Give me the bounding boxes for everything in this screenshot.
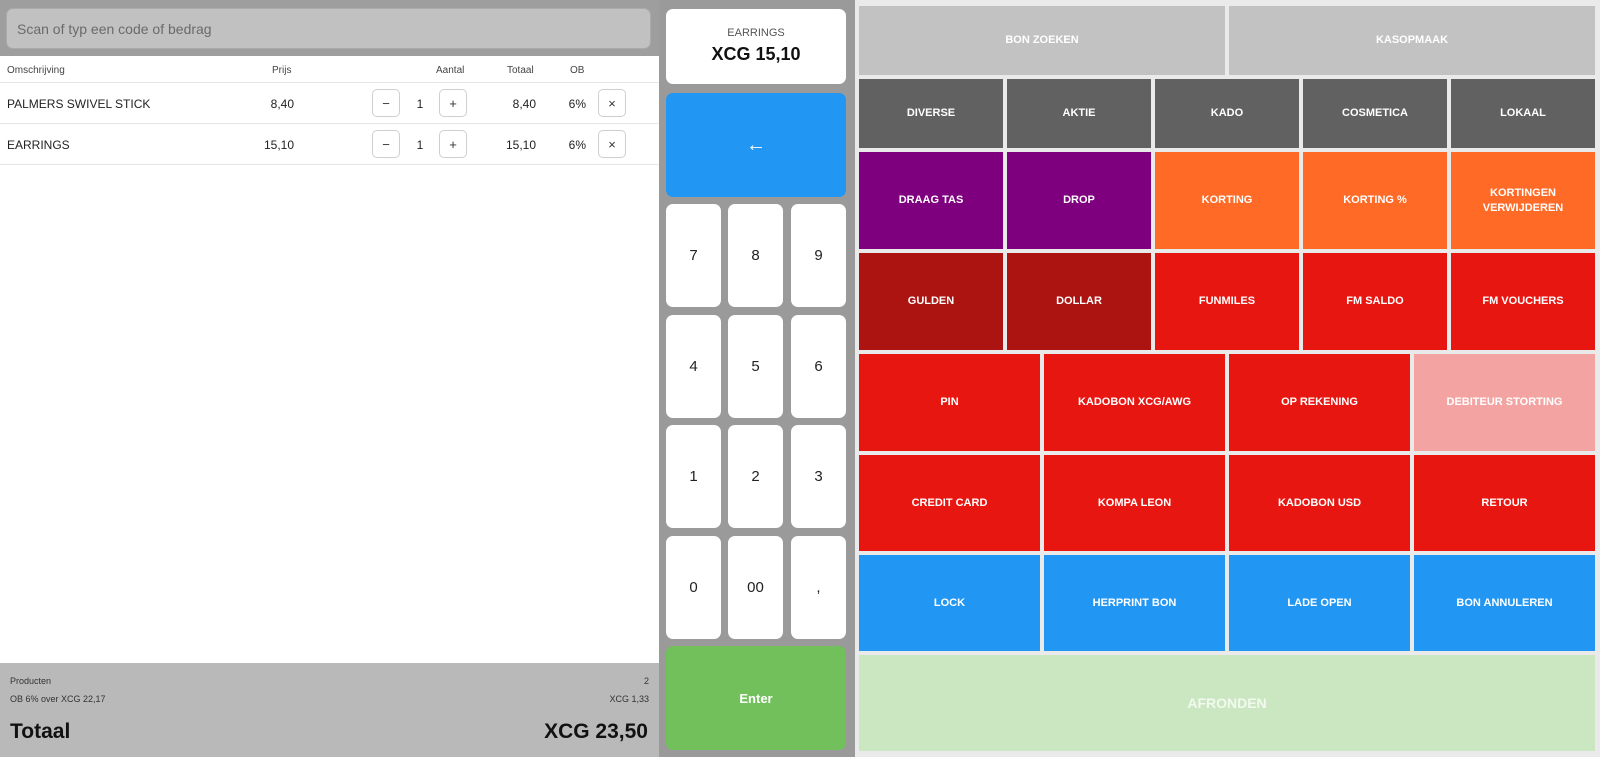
key-5[interactable]: 5 [728,315,783,418]
key-7[interactable]: 7 [666,204,721,307]
keypad-panel: EARRINGS XCG 15,10 ← 7 8 9 4 5 6 1 2 3 0… [659,0,855,757]
item-vat: 6% [568,97,586,111]
cosmetica-button[interactable]: COSMETICA [1303,79,1447,148]
table-row[interactable]: EARRINGS 15,10 − 1 + 15,10 6% × [0,124,659,165]
bon-annuleren-button[interactable]: BON ANNULEREN [1414,555,1595,651]
drop-button[interactable]: DROP [1007,152,1151,249]
item-qty: 1 [416,138,424,152]
dollar-button[interactable]: DOLLAR [1007,253,1151,350]
key-2[interactable]: 2 [728,425,783,528]
function-panel: BON ZOEKEN KASOPMAAK DIVERSE AKTIE KADO … [855,0,1600,757]
pin-button[interactable]: PIN [859,354,1040,451]
display-value: XCG 15,10 [711,44,801,64]
key-8[interactable]: 8 [728,204,783,307]
increase-qty-button[interactable]: + [439,130,467,158]
key-comma[interactable]: , [791,536,846,639]
kado-button[interactable]: KADO [1155,79,1299,148]
column-total: Totaal [507,65,534,76]
kadobon-usd-button[interactable]: KADOBON USD [1229,455,1410,551]
item-qty: 1 [416,97,424,111]
item-total: 8,40 [512,97,536,111]
op-rekening-button[interactable]: OP REKENING [1229,354,1410,451]
key-3[interactable]: 3 [791,425,846,528]
gulden-button[interactable]: GULDEN [859,253,1003,350]
column-vat: OB [570,65,585,76]
kompa-leon-button[interactable]: KOMPA LEON [1044,455,1225,551]
herprint-bon-button[interactable]: HERPRINT BON [1044,555,1225,651]
products-label: Producten [10,676,52,686]
key-1[interactable]: 1 [666,425,721,528]
item-price: 15,10 [263,138,294,152]
vat-label: OB 6% over XCG 22,17 [10,694,106,704]
fm-saldo-button[interactable]: FM SALDO [1303,253,1447,350]
item-total: 15,10 [505,138,536,152]
column-description: Omschrijving [7,65,65,76]
debiteur-storting-button[interactable]: DEBITEUR STORTING [1414,354,1595,451]
bon-zoeken-button[interactable]: BON ZOEKEN [859,6,1225,75]
kadobon-xcg-awg-button[interactable]: KADOBON XCG/AWG [1044,354,1225,451]
remove-item-button[interactable]: × [598,89,626,117]
draag-tas-button[interactable]: DRAAG TAS [859,152,1003,249]
lokaal-button[interactable]: LOKAAL [1451,79,1595,148]
receipt-panel: Omschrijving Prijs Aantal Totaal OB PALM… [0,0,659,757]
fm-vouchers-button[interactable]: FM VOUCHERS [1451,253,1595,350]
vat-amount: XCG 1,33 [609,694,649,704]
backspace-button[interactable]: ← [666,93,846,197]
kasopmaak-button[interactable]: KASOPMAAK [1229,6,1595,75]
item-description: EARRINGS [7,138,70,152]
retour-button[interactable]: RETOUR [1414,455,1595,551]
key-6[interactable]: 6 [791,315,846,418]
search-input[interactable] [6,8,651,49]
lade-open-button[interactable]: LADE OPEN [1229,555,1410,651]
total-value: XCG 23,50 [544,720,648,743]
key-9[interactable]: 9 [791,204,846,307]
remove-item-button[interactable]: × [598,130,626,158]
aktie-button[interactable]: AKTIE [1007,79,1151,148]
decrease-qty-button[interactable]: − [372,89,400,117]
selected-item-display: EARRINGS XCG 15,10 [666,9,846,84]
enter-button[interactable]: Enter [666,646,846,750]
item-price: 8,40 [270,97,294,111]
products-count: 2 [643,676,649,686]
kortingen-verwijderen-button[interactable]: KORTINGEN VERWIJDEREN [1451,152,1595,249]
funmiles-button[interactable]: FUNMILES [1155,253,1299,350]
afronden-button[interactable]: AFRONDEN [859,655,1595,751]
credit-card-button[interactable]: CREDIT CARD [859,455,1040,551]
column-qty: Aantal [436,65,465,76]
korting-button[interactable]: KORTING [1155,152,1299,249]
korting-percent-button[interactable]: KORTING % [1303,152,1447,249]
item-description: PALMERS SWIVEL STICK [7,97,151,111]
decrease-qty-button[interactable]: − [372,130,400,158]
receipt-summary: Producten 2 OB 6% over XCG 22,17 XCG 1,3… [0,663,659,757]
lock-button[interactable]: LOCK [859,555,1040,651]
search-bar [0,0,659,56]
table-header: Omschrijving Prijs Aantal Totaal OB [0,56,659,83]
diverse-button[interactable]: DIVERSE [859,79,1003,148]
table-row[interactable]: PALMERS SWIVEL STICK 8,40 − 1 + 8,40 6% … [0,83,659,124]
column-price: Prijs [272,65,292,76]
arrow-left-icon: ← [746,133,766,156]
key-4[interactable]: 4 [666,315,721,418]
item-vat: 6% [568,138,586,152]
increase-qty-button[interactable]: + [439,89,467,117]
total-label: Totaal [10,720,71,743]
key-00[interactable]: 00 [728,536,783,639]
key-0[interactable]: 0 [666,536,721,639]
display-label: EARRINGS [727,27,785,39]
